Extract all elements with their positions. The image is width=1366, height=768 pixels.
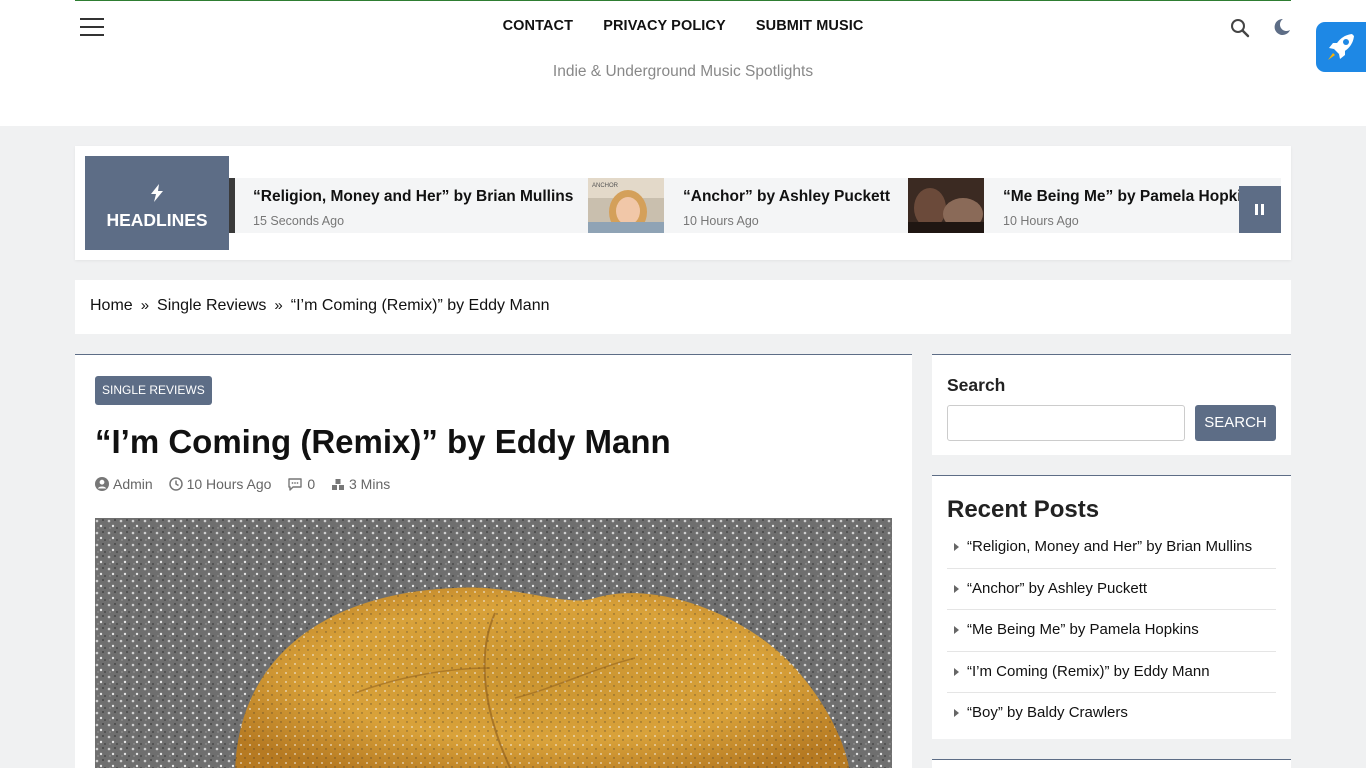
- breadcrumb-current: “I’m Coming (Remix)” by Eddy Mann: [290, 297, 550, 314]
- search-widget-title: Search: [947, 375, 1006, 395]
- next-widget: [932, 759, 1291, 768]
- recent-post-link[interactable]: “Me Being Me” by Pamela Hopkins: [967, 621, 1199, 638]
- recent-post-link[interactable]: “Religion, Money and Her” by Brian Mulli…: [967, 538, 1252, 555]
- recent-posts-list: “Religion, Money and Her” by Brian Mulli…: [947, 527, 1276, 735]
- ticker-thumbnail[interactable]: ANCHOR: [588, 178, 664, 233]
- breadcrumb-single-reviews[interactable]: Single Reviews: [157, 297, 266, 314]
- post-author-name[interactable]: Admin: [113, 476, 153, 492]
- post-read-time: 3 Mins: [331, 476, 390, 492]
- nav-contact-link[interactable]: CONTACT: [503, 18, 574, 34]
- bolt-icon: [85, 184, 229, 207]
- clock-icon: [168, 477, 183, 491]
- site-header: CONTACT PRIVACY POLICY SUBMIT MUSIC Indi…: [0, 0, 1366, 126]
- post-meta: Admin 10 Hours Ago 0 3 Mins: [95, 476, 402, 492]
- ticker-thumb-text: ANCHOR: [592, 183, 619, 189]
- breadcrumb-separator: »: [274, 297, 283, 314]
- featured-image: [95, 518, 892, 768]
- caret-right-icon: [954, 626, 959, 634]
- list-item[interactable]: “Religion, Money and Her” by Brian Mulli…: [947, 527, 1276, 569]
- breadcrumb: Home » Single Reviews » “I’m Coming (Remix)”…: [75, 280, 1291, 334]
- search-button[interactable]: SEARCH: [1195, 405, 1276, 441]
- recent-post-link[interactable]: “Boy” by Baldy Crawlers: [967, 704, 1128, 721]
- read-time-icon: [332, 479, 344, 490]
- recent-post-link[interactable]: “Anchor” by Ashley Puckett: [967, 580, 1147, 597]
- moon-icon[interactable]: [1271, 17, 1291, 37]
- ticker-title[interactable]: “Me Being Me” by Pamela Hopkins: [1003, 188, 1260, 206]
- header-top-line: [75, 0, 1291, 1]
- caret-right-icon: [954, 667, 959, 676]
- post-read-time-text: 3 Mins: [349, 476, 391, 492]
- ticker-time: 10 Hours Ago: [1003, 214, 1079, 228]
- top-navigation: CONTACT PRIVACY POLICY SUBMIT MUSIC: [0, 18, 1366, 34]
- ticker-title[interactable]: “Religion, Money and Her” by Brian Mulli…: [253, 188, 573, 206]
- post-comments-count[interactable]: 0: [307, 476, 315, 492]
- nav-submit-music-link[interactable]: SUBMIT MUSIC: [756, 18, 864, 34]
- recent-posts-widget: Recent Posts “Religion, Money and Her” b…: [932, 475, 1291, 739]
- ticker-track: “Religion, Money and Her” by Brian Mulli…: [85, 178, 1281, 233]
- headlines-label-text: HEADLINES: [106, 210, 208, 230]
- article: SINGLE REVIEWS “I’m Coming (Remix)” by E…: [75, 354, 912, 768]
- ticker-time: 15 Seconds Ago: [253, 214, 345, 228]
- nav-privacy-policy-link[interactable]: PRIVACY POLICY: [603, 18, 726, 34]
- list-item[interactable]: “I’m Coming (Remix)” by Eddy Mann: [947, 652, 1276, 693]
- breadcrumb-separator: »: [140, 297, 150, 314]
- caret-right-icon: [954, 584, 959, 593]
- headlines-ticker: HEADLINES “Religion, Money and Her” by B…: [75, 146, 1291, 260]
- search-widget: Search SEARCH: [932, 354, 1291, 455]
- headlines-label: HEADLINES: [85, 156, 229, 250]
- recent-posts-title: Recent Posts: [947, 496, 1100, 523]
- post-comments[interactable]: 0: [287, 476, 315, 492]
- ticker-time: 10 Hours Ago: [683, 214, 759, 228]
- search-input[interactable]: [947, 405, 1185, 441]
- pause-icon[interactable]: [1239, 186, 1281, 233]
- ticker-title[interactable]: “Anchor” by Ashley Puckett: [683, 188, 890, 206]
- caret-right-icon: [954, 709, 959, 717]
- ticker-thumbnail[interactable]: [908, 178, 984, 233]
- rocket-icon[interactable]: [1316, 22, 1366, 72]
- list-item[interactable]: “Boy” by Baldy Crawlers: [947, 693, 1276, 735]
- search-icon[interactable]: [1230, 18, 1250, 38]
- category-badge[interactable]: SINGLE REVIEWS: [95, 376, 212, 405]
- post-date[interactable]: 10 Hours Ago: [168, 476, 272, 492]
- site-tagline: Indie & Underground Music Spotlights: [552, 63, 814, 80]
- recent-post-link[interactable]: “I’m Coming (Remix)” by Eddy Mann: [967, 663, 1210, 680]
- breadcrumb-home[interactable]: Home: [90, 297, 133, 314]
- post-date-text[interactable]: 10 Hours Ago: [187, 476, 272, 492]
- user-icon: [95, 477, 109, 491]
- list-item[interactable]: “Me Being Me” by Pamela Hopkins: [947, 610, 1276, 652]
- list-item[interactable]: “Anchor” by Ashley Puckett: [947, 569, 1276, 610]
- comment-icon: [288, 478, 303, 491]
- post-title: “I’m Coming (Remix)” by Eddy Mann: [95, 423, 671, 460]
- caret-right-icon: [954, 543, 959, 551]
- post-author[interactable]: Admin: [95, 476, 153, 492]
